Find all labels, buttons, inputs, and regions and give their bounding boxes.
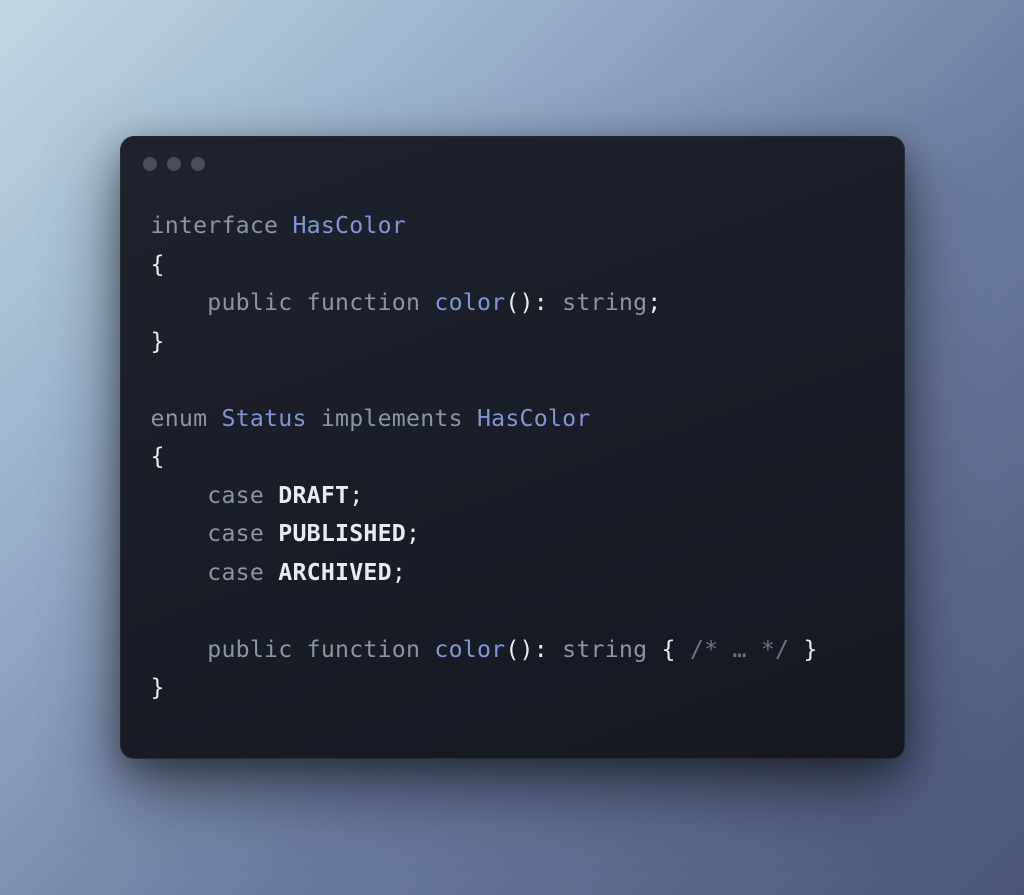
code-line: { (151, 246, 874, 285)
code-token (676, 636, 690, 663)
code-token (420, 289, 434, 316)
code-token: enum (151, 405, 208, 432)
code-token (789, 636, 803, 663)
code-token: } (151, 328, 165, 355)
code-token: public (207, 289, 292, 316)
code-token: { (662, 636, 676, 663)
code-token: string (562, 289, 647, 316)
code-line: interface HasColor (151, 207, 874, 246)
code-token (264, 520, 278, 547)
code-window: interface HasColor { public function colo… (120, 136, 905, 759)
code-token: (): (505, 289, 548, 316)
code-token: Status (221, 405, 306, 432)
code-token (420, 636, 434, 663)
code-token (151, 559, 208, 586)
code-token: ; (406, 520, 420, 547)
code-token: HasColor (292, 212, 406, 239)
code-token (151, 520, 208, 547)
code-line: public function color(): string; (151, 284, 874, 323)
code-token (647, 636, 661, 663)
code-token: function (307, 289, 421, 316)
code-token: (): (505, 636, 548, 663)
code-line: } (151, 669, 874, 708)
code-block: interface HasColor { public function colo… (121, 171, 904, 758)
code-token (278, 212, 292, 239)
code-token: { (151, 251, 165, 278)
code-token: string (562, 636, 647, 663)
code-token: case (207, 482, 264, 509)
code-token: interface (151, 212, 279, 239)
window-close-icon[interactable] (143, 157, 157, 171)
code-token (151, 597, 165, 624)
code-token (264, 482, 278, 509)
code-token: ; (349, 482, 363, 509)
code-token: function (307, 636, 421, 663)
window-titlebar (121, 137, 904, 171)
code-line: case PUBLISHED; (151, 515, 874, 554)
code-token: { (151, 443, 165, 470)
window-minimize-icon[interactable] (167, 157, 181, 171)
code-line (151, 592, 874, 631)
code-token: /* … */ (690, 636, 789, 663)
code-token (151, 366, 165, 393)
code-token (264, 559, 278, 586)
code-token: ; (647, 289, 661, 316)
code-token (292, 289, 306, 316)
code-token (292, 636, 306, 663)
window-maximize-icon[interactable] (191, 157, 205, 171)
code-token: implements (321, 405, 463, 432)
code-line (151, 361, 874, 400)
code-token (151, 289, 208, 316)
code-token: } (151, 674, 165, 701)
code-token: color (434, 636, 505, 663)
code-token (463, 405, 477, 432)
code-token (207, 405, 221, 432)
code-token: HasColor (477, 405, 591, 432)
code-line: public function color(): string { /* … *… (151, 631, 874, 670)
code-token (151, 636, 208, 663)
code-token: PUBLISHED (278, 520, 406, 547)
code-line: case ARCHIVED; (151, 554, 874, 593)
code-token: DRAFT (278, 482, 349, 509)
code-token: ; (392, 559, 406, 586)
code-token: case (207, 520, 264, 547)
code-token (548, 636, 562, 663)
code-line: } (151, 323, 874, 362)
code-line: enum Status implements HasColor (151, 400, 874, 439)
code-token (548, 289, 562, 316)
code-token: color (434, 289, 505, 316)
code-token (307, 405, 321, 432)
code-token: ARCHIVED (278, 559, 392, 586)
code-line: { (151, 438, 874, 477)
code-token (151, 482, 208, 509)
code-token: case (207, 559, 264, 586)
code-token: public (207, 636, 292, 663)
code-line: case DRAFT; (151, 477, 874, 516)
code-token: } (803, 636, 817, 663)
